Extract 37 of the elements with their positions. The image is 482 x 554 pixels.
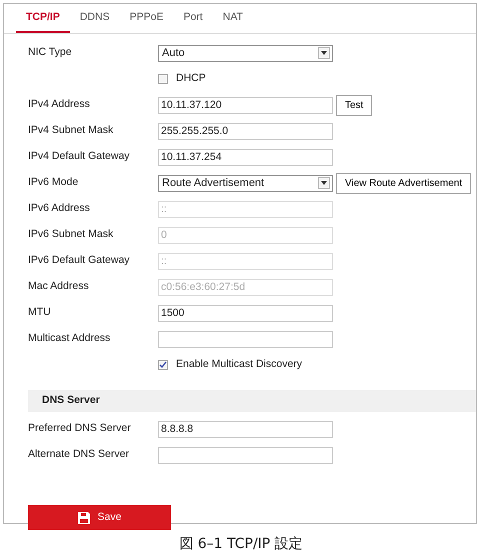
field-label: MTU [28, 305, 52, 320]
checkbox[interactable] [158, 74, 168, 84]
field-label: Multicast Address [28, 331, 112, 346]
dropdown[interactable]: Auto [158, 44, 333, 62]
field-label: IPv4 Subnet Mask [28, 123, 114, 138]
field-label: IPv6 Subnet Mask [28, 227, 114, 242]
tab[interactable]: DDNS [70, 4, 120, 33]
field-label: Mac Address [28, 279, 90, 294]
tab[interactable]: Port [173, 4, 213, 33]
tab[interactable]: TCP/IP [16, 4, 70, 33]
field-label: IPv4 Default Gateway [28, 149, 131, 164]
input-field[interactable]: 10.11.37.254 [158, 148, 333, 166]
field-label: IPv6 Default Gateway [28, 253, 131, 268]
field-label: IPv4 Address [28, 97, 91, 112]
dropdown[interactable]: Route Advertisement [158, 174, 333, 192]
figure-caption: 図 6–1 TCP/IP 設定 [178, 535, 304, 554]
field-label: NIC Type [28, 45, 73, 60]
input-field[interactable]: 8.8.8.8 [158, 420, 333, 438]
tab[interactable]: PPPoE [120, 4, 174, 33]
save-button[interactable]: Save [28, 505, 171, 530]
checkbox-label: Enable Multicast Discovery [176, 357, 302, 372]
checkbox-label: DHCP [176, 71, 206, 86]
input-field[interactable]: 1500 [158, 304, 333, 322]
input-field[interactable]: 255.255.255.0 [158, 122, 333, 140]
side-button[interactable]: View Route Advertisement [336, 172, 472, 194]
field-label: Preferred DNS Server [28, 421, 132, 436]
side-button[interactable]: Test [336, 94, 372, 116]
tab[interactable]: NAT [212, 4, 253, 33]
input-field[interactable]: 10.11.37.120 [158, 96, 333, 114]
save-icon [78, 512, 90, 524]
input-field[interactable] [158, 446, 333, 464]
field-label: IPv6 Mode [28, 175, 80, 190]
field-label: Alternate DNS Server [28, 447, 130, 462]
field-label: IPv6 Address [28, 201, 91, 216]
input-field[interactable] [158, 330, 333, 348]
section-header: DNS Server [28, 390, 476, 412]
checkbox[interactable] [158, 360, 168, 370]
